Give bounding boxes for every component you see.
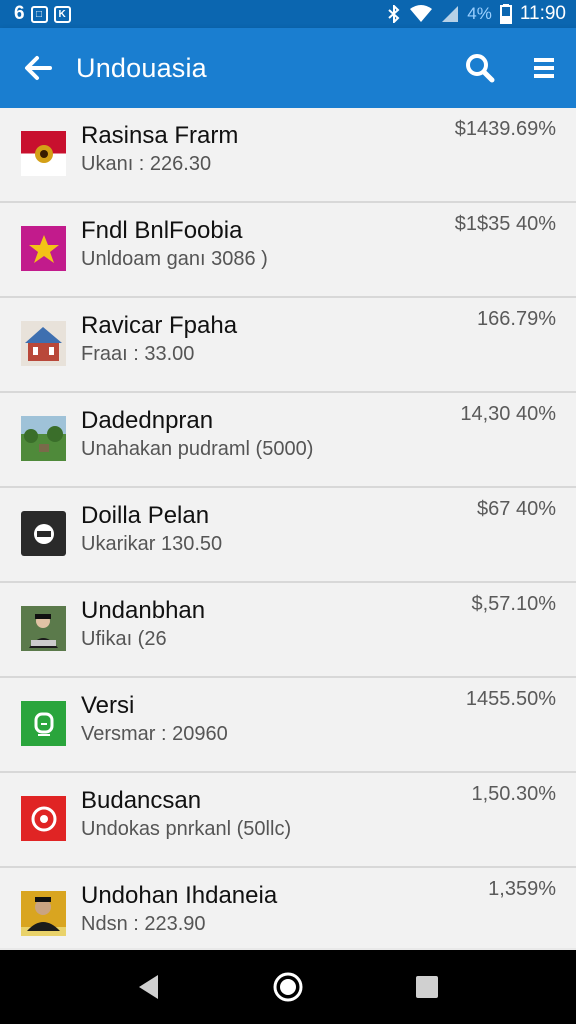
building-icon [21, 321, 66, 366]
red-logo-icon [21, 796, 66, 841]
search-button[interactable] [448, 28, 512, 108]
item-value: $1439.69% [454, 118, 556, 140]
item-value: 1,359% [488, 878, 556, 900]
battery-icon [499, 4, 512, 24]
notification-k-icon: K [53, 5, 71, 23]
wifi-icon [410, 5, 433, 22]
item-name: Versi [81, 692, 135, 719]
menu-button[interactable] [512, 28, 576, 108]
item-value: 1,50.30% [471, 783, 556, 805]
item-subtitle: Fraaı : 33.00 [81, 343, 195, 365]
item-subtitle: Unldoam ganı 3086 ) [81, 248, 268, 270]
back-arrow-icon [25, 56, 52, 80]
item-subtitle: Versmar : 20960 [81, 723, 228, 745]
portrait-icon [21, 891, 66, 936]
search-icon [466, 54, 495, 83]
dark-logo-icon [21, 511, 66, 556]
item-value: 166.79% [477, 308, 556, 330]
back-button[interactable] [0, 28, 76, 108]
list-item[interactable]: Rasinsa Frarm Ukanı : 226.30 $1439.69% [0, 108, 576, 203]
item-name: Undohan Ihdaneia [81, 882, 278, 909]
recents-square-icon [415, 976, 438, 998]
item-name: Undanbhan [81, 597, 206, 624]
list-item[interactable]: Doilla Pelan Ukarikar 130.50 $67 40% [0, 488, 576, 583]
item-name: Budancsan [81, 787, 202, 814]
page-title: Undouasia [76, 52, 207, 83]
item-value: $,57.10% [471, 593, 556, 615]
menu-icon [534, 58, 554, 78]
item-subtitle: Ndsn : 223.90 [81, 913, 206, 935]
green-app-icon [21, 701, 66, 746]
notification-box-icon: □ [30, 5, 48, 23]
item-name: Dadednpran [81, 407, 214, 434]
item-value: 14,30 40% [460, 403, 556, 425]
landscape-icon [21, 416, 66, 461]
nav-back-button[interactable] [119, 957, 179, 1017]
item-name: Doilla Pelan [81, 502, 210, 529]
app-bar: Undouasia [0, 28, 576, 108]
list-item[interactable]: Ravicar Fpaha Fraaı : 33.00 166.79% [0, 298, 576, 393]
item-subtitle: Undokas pnrkanl (50llc) [81, 818, 292, 840]
item-name: Ravicar Fpaha [81, 312, 238, 339]
item-subtitle: Unahakan pudraml (5000) [81, 438, 314, 460]
item-name: Rasinsa Frarm [81, 122, 239, 149]
item-name: Fndl BnlFoobia [81, 217, 243, 244]
item-value: 1455.50% [465, 688, 556, 710]
item-subtitle: Ukanı : 226.30 [81, 153, 212, 175]
list-item[interactable]: Dadednpran Unahakan pudraml (5000) 14,30… [0, 393, 576, 488]
list-item[interactable]: Budancsan Undokas pnrkanl (50llc) 1,50.3… [0, 773, 576, 868]
list-item[interactable]: Versi Versmar : 20960 1455.50% [0, 678, 576, 773]
battery-percent: 4% [467, 4, 492, 23]
person-photo-icon [21, 606, 66, 651]
item-subtitle: Ufikaı (26 [81, 628, 167, 650]
item-subtitle: Ukarikar 130.50 [81, 533, 223, 555]
item-value: $67 40% [477, 498, 556, 520]
status-bar: 6 □ K 4% 11:90 [0, 0, 576, 28]
signal-icon [442, 6, 459, 22]
item-value: $1$35 40% [454, 213, 556, 235]
navigation-bar [0, 950, 576, 1024]
home-circle-icon [273, 972, 303, 1002]
flag-emblem-icon [21, 131, 66, 176]
star-badge-icon [21, 226, 66, 271]
list-item[interactable]: Undohan Ihdaneia Ndsn : 223.90 1,359% [0, 868, 576, 948]
item-list: Rasinsa Frarm Ukanı : 226.30 $1439.69% F… [0, 108, 576, 948]
status-left-digit: 6 [14, 3, 25, 24]
bluetooth-icon [388, 5, 400, 23]
list-item[interactable]: Undanbhan Ufikaı (26 $,57.10% [0, 583, 576, 678]
status-time: 11:90 [519, 3, 566, 24]
nav-home-button[interactable] [258, 957, 318, 1017]
list-item[interactable]: Fndl BnlFoobia Unldoam ganı 3086 ) $1$35… [0, 203, 576, 298]
nav-recents-button[interactable] [397, 957, 457, 1017]
back-triangle-icon [139, 975, 159, 999]
